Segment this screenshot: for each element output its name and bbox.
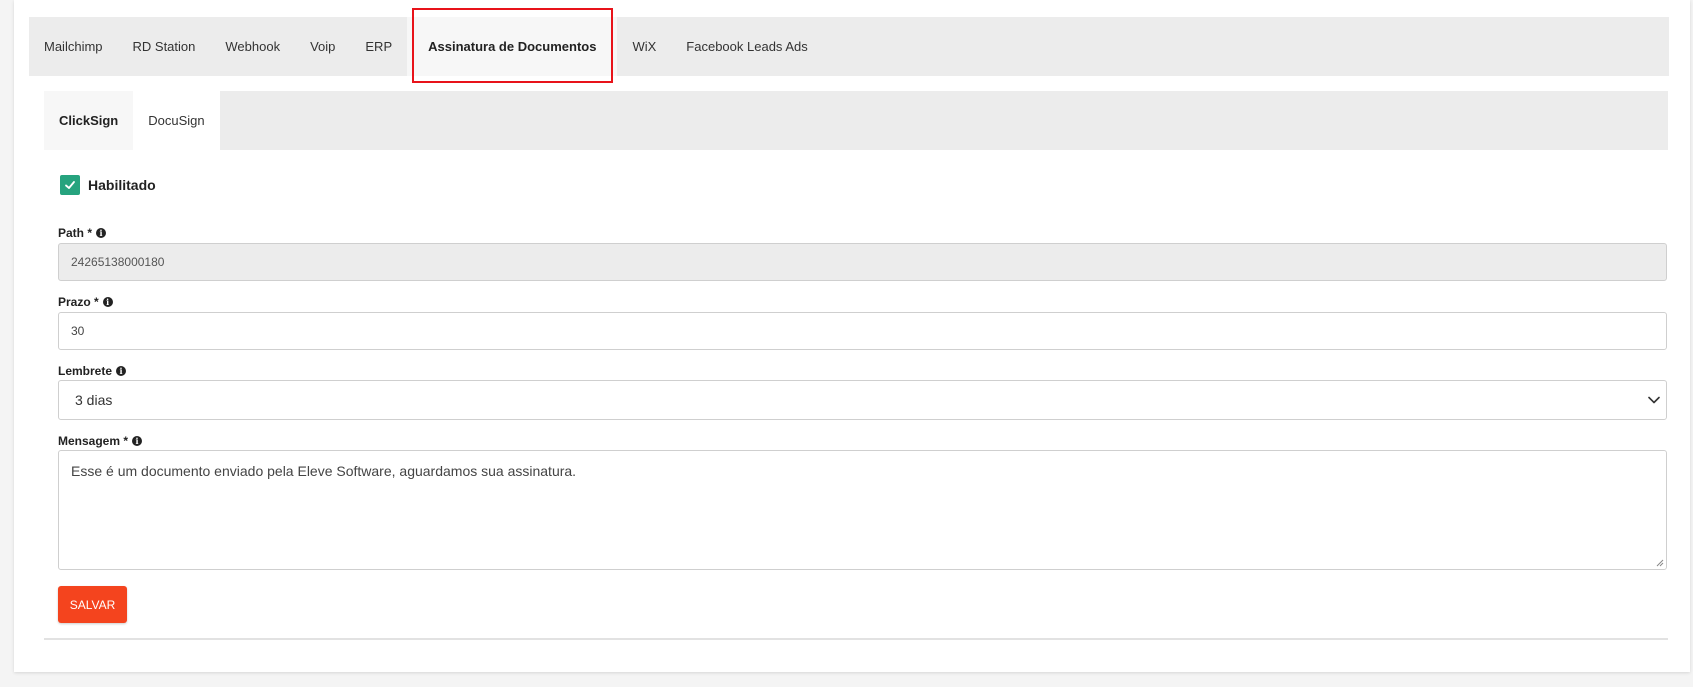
enabled-toggle[interactable]: Habilitado [60, 175, 156, 195]
path-label-text: Path * [58, 226, 93, 240]
info-circle-icon[interactable]: i [96, 228, 107, 238]
path-value: 24265138000180 [71, 255, 165, 269]
info-circle-icon[interactable]: i [102, 297, 113, 307]
tab-docusign[interactable]: DocuSign [133, 91, 220, 150]
chevron-down-icon [1648, 396, 1660, 404]
path-field[interactable]: 24265138000180 [58, 243, 1667, 281]
tab-rd-station[interactable]: RD Station [118, 17, 211, 76]
tab-clicksign[interactable]: ClickSign [44, 91, 134, 150]
lembrete-label-text: Lembrete [58, 364, 113, 378]
info-circle-icon[interactable]: i [132, 436, 143, 446]
info-circle-icon[interactable]: i [116, 366, 127, 376]
tab-mailchimp[interactable]: Mailchimp [29, 17, 118, 76]
tab-wix[interactable]: WiX [617, 17, 671, 76]
enabled-label: Habilitado [88, 177, 156, 193]
tab-webhook[interactable]: Webhook [210, 17, 295, 76]
integration-tabs: Mailchimp RD Station Webhook Voip ERP As… [29, 17, 1669, 76]
tab-erp[interactable]: ERP [350, 17, 407, 76]
mensagem-textarea[interactable]: Esse é um documento enviado pela Eleve S… [58, 450, 1667, 570]
mensagem-value: Esse é um documento enviado pela Eleve S… [71, 463, 577, 479]
prazo-field[interactable]: 30 [58, 312, 1667, 350]
divider [44, 638, 1668, 640]
enabled-checkbox[interactable] [60, 175, 80, 195]
tab-assinatura-de-documentos[interactable]: Assinatura de Documentos [407, 17, 618, 76]
lembrete-select[interactable]: 3 dias [58, 380, 1667, 420]
resize-grip-icon[interactable] [1656, 559, 1664, 567]
lembrete-label: Lembrete i [58, 364, 127, 378]
tab-facebook-leads-ads[interactable]: Facebook Leads Ads [671, 17, 822, 76]
check-icon [65, 181, 75, 189]
path-label: Path * i [58, 226, 107, 240]
prazo-value: 30 [71, 324, 85, 338]
tab-voip[interactable]: Voip [295, 17, 350, 76]
mensagem-label: Mensagem * i [58, 434, 143, 448]
prazo-label-text: Prazo * [58, 295, 99, 309]
integrations-panel: Mailchimp RD Station Webhook Voip ERP As… [14, 0, 1690, 672]
provider-tabs: ClickSign DocuSign [44, 91, 1668, 150]
mensagem-label-text: Mensagem * [58, 434, 129, 448]
lembrete-selected-value: 3 dias [75, 392, 113, 408]
save-button[interactable]: SALVAR [58, 586, 127, 623]
prazo-label: Prazo * i [58, 295, 113, 309]
